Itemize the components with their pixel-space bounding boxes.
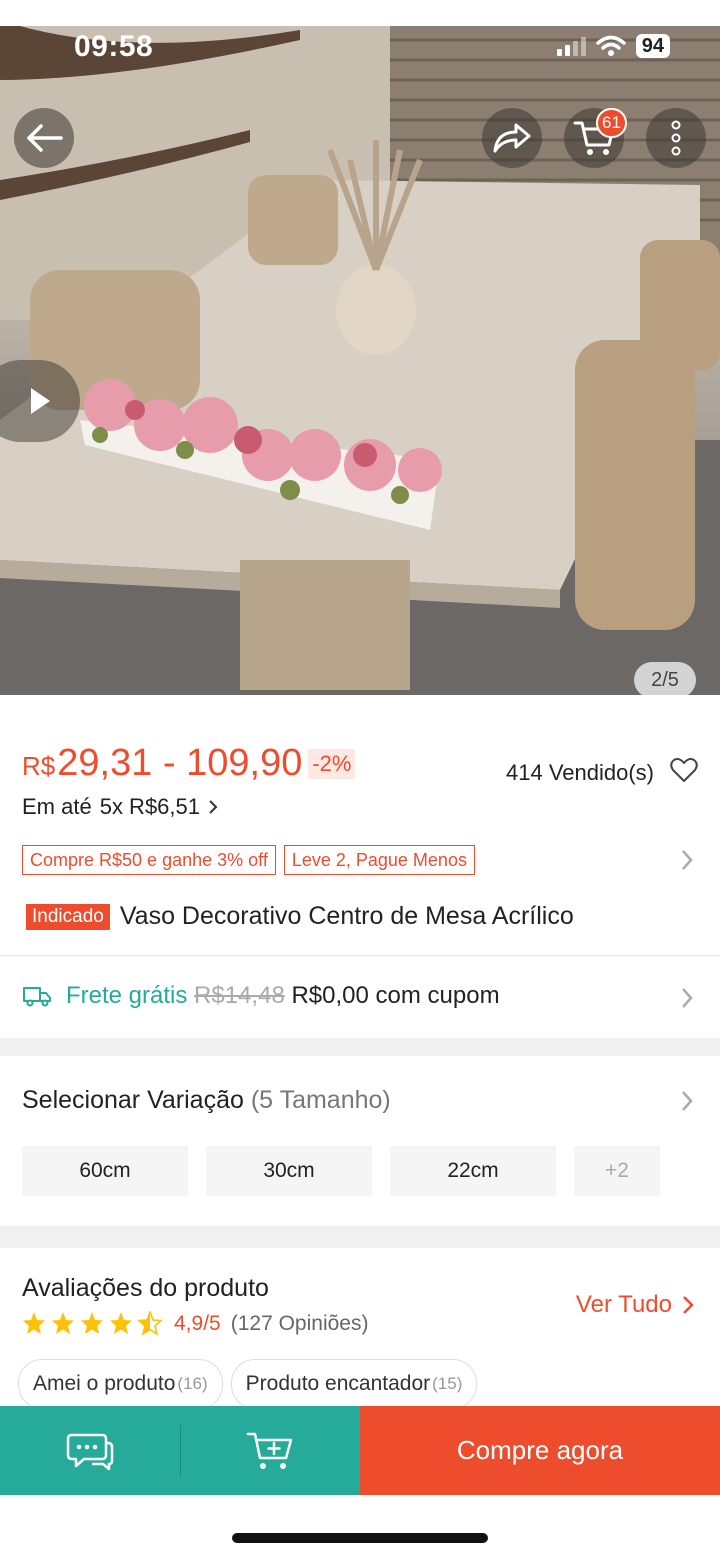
more-vertical-icon [671, 120, 681, 156]
chevron-right-icon [209, 800, 218, 814]
see-all-reviews-link[interactable]: Ver Tudo [576, 1291, 694, 1319]
installment-info[interactable]: Em até 5x R$6,51 [22, 794, 218, 820]
see-all-label: Ver Tudo [575, 1291, 672, 1318]
back-button[interactable] [14, 108, 74, 168]
status-bar-top [0, 0, 720, 26]
heart-icon[interactable] [670, 757, 698, 783]
product-title-row: Indicado Vaso Decorativo Centro de Mesa … [26, 902, 574, 931]
battery-level: 94 [635, 34, 670, 58]
free-shipping-label: Frete grátis [66, 982, 188, 1009]
share-icon [493, 123, 531, 153]
shipping-new-price: R$0,00 com cupom [291, 982, 500, 1009]
bottom-left-actions [0, 1406, 360, 1495]
price-currency: R$ [22, 751, 56, 781]
more-options-button[interactable] [646, 108, 706, 168]
add-to-cart-icon [247, 1432, 293, 1469]
bottom-action-bar: Compre agora [0, 1406, 720, 1495]
chat-button[interactable] [0, 1406, 180, 1495]
shipping-row[interactable]: Frete grátis R$14,48 R$0,00 com cupom [22, 982, 500, 1010]
wifi-icon [596, 35, 626, 56]
variation-option[interactable]: 30cm [206, 1146, 372, 1196]
add-to-cart-button[interactable] [181, 1406, 361, 1495]
play-video-button[interactable] [0, 360, 80, 442]
recommended-badge: Indicado [26, 903, 110, 930]
buy-now-button[interactable]: Compre agora [360, 1406, 720, 1495]
section-gap [0, 1226, 720, 1248]
status-time: 09:58 [74, 30, 154, 63]
arrow-left-icon [27, 124, 63, 152]
product-photo [0, 0, 720, 695]
shipping-old-price: R$14,48 [194, 982, 285, 1009]
chevron-right-icon [683, 1296, 694, 1314]
chevron-right-icon[interactable] [680, 1090, 694, 1112]
review-tag-label: Produto encantador [245, 1372, 431, 1395]
variation-title-text: Selecionar Variação [22, 1086, 244, 1114]
variation-option[interactable]: 22cm [390, 1146, 556, 1196]
sold-count: 414 Vendido(s) [506, 760, 654, 785]
chevron-right-icon[interactable] [680, 849, 694, 871]
share-button[interactable] [482, 108, 542, 168]
review-tag[interactable]: Amei o produto (16) [18, 1359, 223, 1409]
divider [0, 955, 720, 956]
review-tag-label: Amei o produto [33, 1372, 176, 1395]
installment-value: 5x R$6,51 [99, 794, 200, 819]
price-range: 29,31 - 109,90 [57, 742, 303, 784]
rating-stars: 4,9/5 (127 Opiniões) [22, 1311, 368, 1337]
promo-tag[interactable]: Compre R$50 e ganhe 3% off [22, 845, 276, 875]
reviews-count: (127 Opiniões) [230, 1312, 369, 1335]
chat-icon [66, 1433, 113, 1470]
rating-value: 4,9/5 [174, 1312, 221, 1335]
review-tags: Amei o produto (16) Produto encantador (… [18, 1359, 478, 1409]
variation-options: 60cm 30cm 22cm +2 [22, 1146, 660, 1196]
discount-badge: -2% [308, 749, 356, 779]
section-gap [0, 1038, 720, 1056]
promo-tag[interactable]: Leve 2, Pague Menos [283, 845, 475, 875]
star-rating-icon [23, 1311, 162, 1335]
play-icon [31, 388, 50, 414]
chevron-right-icon[interactable] [680, 987, 694, 1009]
promo-tags[interactable]: Compre R$50 e ganhe 3% off Leve 2, Pague… [22, 845, 475, 875]
signal-icon [556, 36, 586, 56]
cart-count-badge: 61 [596, 108, 627, 138]
truck-icon [23, 987, 51, 1007]
home-indicator[interactable] [232, 1533, 488, 1543]
price-row: R$ 29,31 - 109,90 -2% [22, 742, 356, 785]
more-variations[interactable]: +2 [574, 1146, 660, 1196]
product-image-gallery[interactable]: 09:58 94 61 2/5 [0, 0, 720, 695]
image-counter: 2/5 [634, 662, 696, 695]
review-tag-count: (16) [177, 1374, 208, 1393]
reviews-title: Avaliações do produto [22, 1274, 269, 1302]
variation-option[interactable]: 60cm [22, 1146, 188, 1196]
review-tag[interactable]: Produto encantador (15) [230, 1359, 478, 1409]
status-icons: 94 [556, 34, 670, 58]
review-tag-count: (15) [432, 1374, 463, 1393]
variation-title[interactable]: Selecionar Variação (5 Tamanho) [22, 1086, 391, 1115]
product-title: Vaso Decorativo Centro de Mesa Acrílico [119, 902, 574, 930]
variation-count: (5 Tamanho) [250, 1086, 391, 1114]
installment-prefix: Em até [22, 794, 92, 819]
